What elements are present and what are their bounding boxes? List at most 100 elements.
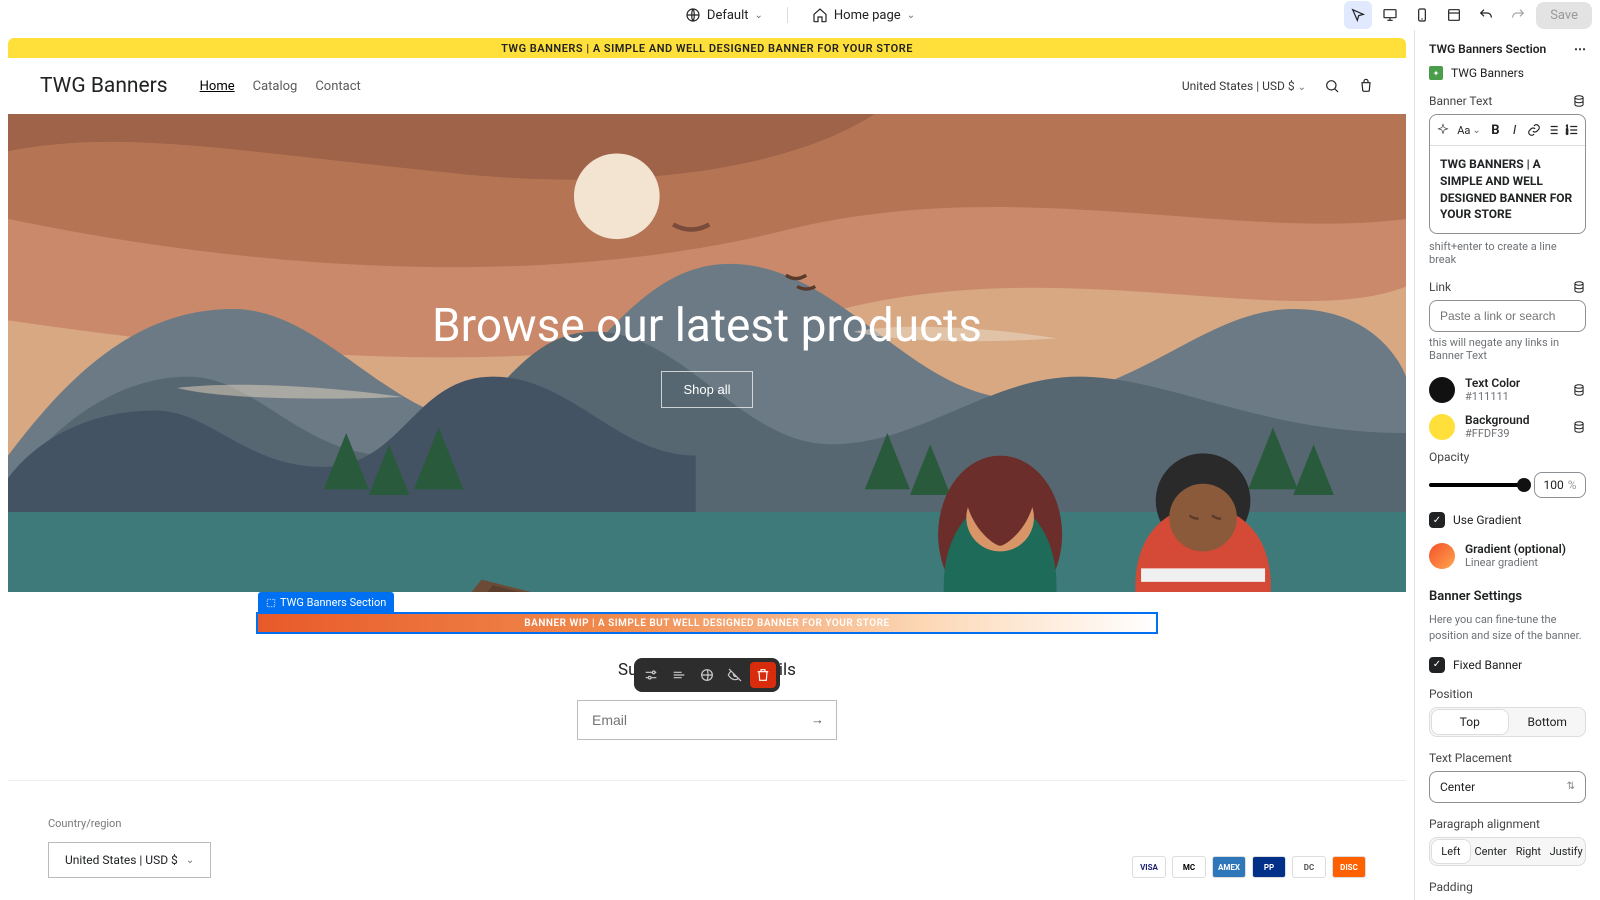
site-brand[interactable]: TWG Banners bbox=[40, 74, 168, 98]
hide-action[interactable] bbox=[722, 662, 748, 688]
chevron-down-icon: ⌄ bbox=[1298, 82, 1306, 93]
opacity-slider[interactable] bbox=[1429, 483, 1524, 487]
database-icon bbox=[1572, 382, 1586, 398]
payment-card: VISA bbox=[1132, 856, 1166, 878]
dynamic-source-button[interactable] bbox=[1572, 280, 1586, 294]
hero-title: Browse our latest products bbox=[432, 299, 982, 353]
text-color-value: #111111 bbox=[1465, 390, 1562, 403]
selection-label[interactable]: TWG Banners Section bbox=[258, 592, 394, 613]
delete-action[interactable] bbox=[750, 662, 776, 688]
banner-text: TWG BANNERS | A SIMPLE AND WELL DESIGNED… bbox=[501, 42, 913, 55]
bg-color-row[interactable]: Background #FFDF39 bbox=[1429, 413, 1586, 440]
text-placement-select[interactable]: Center ⇅ bbox=[1429, 771, 1586, 803]
monitor-icon bbox=[1382, 7, 1398, 23]
preview-canvas: TWG BANNERS | A SIMPLE AND WELL DESIGNED… bbox=[0, 30, 1414, 900]
page-label: Home page bbox=[834, 8, 901, 23]
cart-icon[interactable] bbox=[1358, 78, 1374, 94]
save-button[interactable]: Save bbox=[1536, 2, 1592, 29]
fixed-banner-checkbox[interactable]: ✓ Fixed Banner bbox=[1429, 657, 1586, 673]
locale-selector[interactable]: United States | USD $ ⌄ bbox=[1182, 79, 1306, 93]
rte-ul-button[interactable] bbox=[1545, 119, 1562, 141]
preset-label: Default bbox=[707, 8, 749, 23]
mobile-icon bbox=[1414, 7, 1430, 23]
email-form: → bbox=[577, 700, 837, 740]
payment-icons: VISAMCAMEXPPDCDISC bbox=[1132, 856, 1366, 878]
dynamic-source-button[interactable] bbox=[1572, 94, 1586, 108]
email-field[interactable] bbox=[578, 712, 799, 728]
app-name: TWG Banners bbox=[1451, 66, 1524, 80]
nav-contact[interactable]: Contact bbox=[315, 79, 360, 94]
globe-icon bbox=[699, 667, 715, 683]
link-icon bbox=[1527, 123, 1541, 137]
chevron-down-icon: ⌄ bbox=[186, 855, 194, 866]
duplicate-action[interactable] bbox=[694, 662, 720, 688]
undo-icon bbox=[1478, 7, 1494, 23]
link-label: Link bbox=[1429, 280, 1451, 294]
fixed-banner-label: Fixed Banner bbox=[1453, 658, 1522, 672]
rte-link-button[interactable] bbox=[1525, 119, 1542, 141]
gradient-label: Gradient (optional) bbox=[1465, 542, 1586, 556]
submit-email-button[interactable]: → bbox=[799, 712, 836, 728]
more-options-button[interactable]: ⋯ bbox=[1574, 42, 1586, 56]
sliders-icon bbox=[643, 667, 659, 683]
hero-cta-button[interactable]: Shop all bbox=[661, 371, 754, 408]
nav-catalog[interactable]: Catalog bbox=[253, 79, 298, 94]
dynamic-source-button[interactable] bbox=[1572, 420, 1586, 434]
position-label: Position bbox=[1429, 687, 1586, 701]
gradient-row[interactable]: Gradient (optional) Linear gradient bbox=[1429, 542, 1586, 569]
opacity-value-input[interactable]: 100 % bbox=[1534, 472, 1586, 498]
cursor-icon bbox=[1350, 7, 1366, 23]
position-top[interactable]: Top bbox=[1432, 710, 1508, 734]
rte-magic-button[interactable] bbox=[1434, 119, 1451, 141]
dynamic-source-button[interactable] bbox=[1572, 383, 1586, 397]
site-header: TWG Banners Home Catalog Contact United … bbox=[8, 58, 1406, 114]
payment-card: MC bbox=[1172, 856, 1206, 878]
desktop-preview[interactable] bbox=[1376, 1, 1404, 29]
inspector-toggle[interactable] bbox=[1344, 1, 1372, 29]
database-icon bbox=[1572, 419, 1586, 435]
payment-card: DISC bbox=[1332, 856, 1366, 878]
move-action[interactable] bbox=[666, 662, 692, 688]
selected-banner[interactable]: BANNER WIP | A SIMPLE BUT WELL DESIGNED … bbox=[258, 614, 1156, 632]
redo-button[interactable] bbox=[1504, 1, 1532, 29]
top-banner[interactable]: TWG BANNERS | A SIMPLE AND WELL DESIGNED… bbox=[8, 38, 1406, 58]
search-icon[interactable] bbox=[1324, 78, 1340, 94]
rte-ol-button[interactable]: 123 bbox=[1564, 119, 1581, 141]
align-right[interactable]: Right bbox=[1510, 838, 1548, 865]
database-icon bbox=[1572, 279, 1586, 295]
rte-bold-button[interactable]: B bbox=[1487, 119, 1504, 141]
checkbox-checked-icon: ✓ bbox=[1429, 657, 1445, 673]
page-selector[interactable]: Home page ⌄ bbox=[804, 3, 923, 27]
payment-card: DC bbox=[1292, 856, 1326, 878]
settings-action[interactable] bbox=[638, 662, 664, 688]
rte-paragraph-button[interactable]: Aa⌄ bbox=[1453, 119, 1485, 141]
fullscreen-preview[interactable] bbox=[1440, 1, 1468, 29]
payment-card: PP bbox=[1252, 856, 1286, 878]
rich-text-editor: Aa⌄ B I 123 TWG BANNERS | A SIMPLE AND W… bbox=[1429, 114, 1586, 234]
rte-content[interactable]: TWG BANNERS | A SIMPLE AND WELL DESIGNED… bbox=[1430, 146, 1585, 233]
list-ol-icon: 123 bbox=[1565, 123, 1579, 137]
text-placement-label: Text Placement bbox=[1429, 751, 1586, 765]
align-center[interactable]: Center bbox=[1472, 838, 1510, 865]
align-left[interactable]: Left bbox=[1432, 840, 1470, 863]
settings-sidebar: TWG Banners Section ⋯ ✦ TWG Banners Bann… bbox=[1414, 30, 1600, 900]
app-badge-row[interactable]: ✦ TWG Banners bbox=[1429, 66, 1586, 80]
use-gradient-checkbox[interactable]: ✓ Use Gradient bbox=[1429, 512, 1586, 528]
sparkle-icon bbox=[1436, 123, 1450, 137]
bg-color-swatch bbox=[1429, 414, 1455, 440]
link-input[interactable] bbox=[1429, 300, 1586, 332]
rte-italic-button[interactable]: I bbox=[1506, 119, 1523, 141]
para-align-label: Paragraph alignment bbox=[1429, 817, 1586, 831]
position-bottom[interactable]: Bottom bbox=[1510, 708, 1586, 736]
mobile-preview[interactable] bbox=[1408, 1, 1436, 29]
nav-home[interactable]: Home bbox=[200, 79, 235, 94]
align-justify[interactable]: Justify bbox=[1547, 838, 1585, 865]
use-gradient-label: Use Gradient bbox=[1453, 513, 1521, 527]
site-footer: Country/region United States | USD $ ⌄ V… bbox=[8, 781, 1406, 900]
preset-selector[interactable]: Default ⌄ bbox=[677, 3, 771, 27]
undo-button[interactable] bbox=[1472, 1, 1500, 29]
country-selector[interactable]: United States | USD $ ⌄ bbox=[48, 842, 211, 878]
home-icon bbox=[812, 7, 828, 23]
text-color-row[interactable]: Text Color #111111 bbox=[1429, 376, 1586, 403]
sidebar-title: TWG Banners Section bbox=[1429, 42, 1546, 56]
